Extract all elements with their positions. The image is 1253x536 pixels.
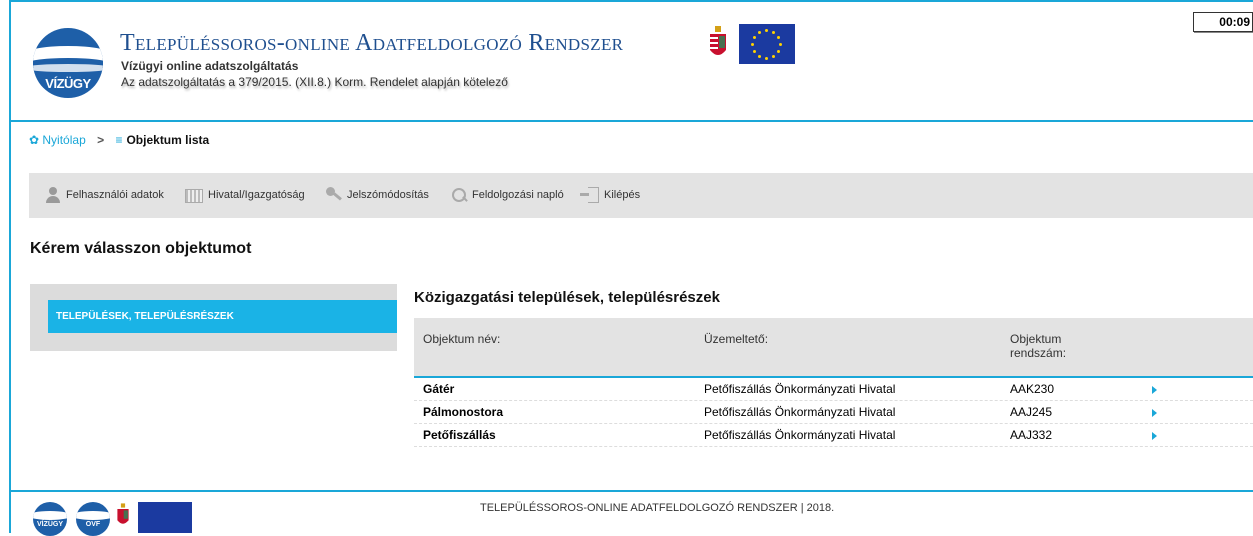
section-title: Közigazgatási települések, településrész… [414,289,720,306]
sidebar-item-settlements[interactable]: TELEPÜLÉSEK, TELEPÜLÉSRÉSZEK [48,300,397,333]
select-arrow-icon[interactable] [1152,432,1157,440]
footer-text: TELEPÜLÉSSOROS-ONLINE ADATFELDOLGOZÓ REN… [480,502,835,514]
row-name: Petőfiszállás [423,428,496,442]
vizugy-logo: VÍZÜGY [33,28,103,98]
menu-logout[interactable]: Kilépés [580,187,640,203]
row-name: Pálmonostora [423,405,504,419]
key-icon [326,187,342,203]
row-code: AAK230 [1010,382,1055,396]
select-arrow-icon[interactable] [1152,386,1157,394]
header-divider [11,120,1253,122]
row-code: AAJ245 [1010,405,1053,419]
eu-flag-icon [739,24,795,64]
breadcrumb-current: ≡ Objektum lista [115,133,210,147]
footer-divider [11,490,1253,492]
sidebar: TELEPÜLÉSEK, TELEPÜLÉSRÉSZEK [30,284,397,351]
building-icon [185,189,203,203]
hungarian-coat-of-arms-icon [710,26,726,55]
row-operator: Petőfiszállás Önkormányzati Hivatal [704,405,896,419]
breadcrumb-separator: > [97,133,105,147]
row-name: Gátér [423,382,455,396]
row-operator: Petőfiszállás Önkormányzati Hivatal [704,382,896,396]
row-code: AAJ332 [1010,428,1053,442]
page-heading: Kérem válasszon objektumot [30,240,252,257]
app-title: Településsoros-online Adatfeldolgozó Ren… [120,30,624,56]
header-name: Objektum név: [423,332,501,346]
breadcrumb-home-link[interactable]: ✿ Nyitólap [29,133,86,147]
menu-office[interactable]: Hivatal/Igazgatóság [185,187,305,203]
menu-password-change[interactable]: Jelszómódosítás [326,187,429,203]
app-subtitle: Vízügyi online adatszolgáltatás [121,59,299,73]
table-row[interactable]: Petőfiszállás Petőfiszállás Önkormányzat… [414,424,1253,447]
breadcrumb: ✿ Nyitólap > ≡ Objektum lista [29,133,209,147]
footer-eu-flag-icon [138,502,192,533]
table-row[interactable]: Pálmonostora Petőfiszállás Önkormányzati… [414,401,1253,424]
object-table: Objektum név: Üzemeltető: Objektum rendsz… [414,318,1253,447]
logo-text: VÍZÜGY [45,76,91,91]
user-icon [45,187,61,203]
menu-processing-log[interactable]: Feldolgozási napló [451,187,564,203]
footer-coat-of-arms-icon [117,503,129,524]
menu-user-data[interactable]: Felhasználói adatok [45,187,164,203]
legal-notice: Az adatszolgáltatás a 379/2015. (XII.8.)… [121,75,508,89]
user-menu-bar: Felhasználói adatok Hivatal/Igazgatóság … [29,173,1253,218]
table-row[interactable]: Gátér Petőfiszállás Önkormányzati Hivata… [414,378,1253,401]
table-header: Objektum név: Üzemeltető: Objektum rendsz… [414,318,1253,378]
footer-ovf-logo: OVF [76,502,110,536]
exit-icon [580,187,599,203]
header-code: Objektum rendszám: [1010,332,1067,360]
session-timer: 00:09 [1193,12,1253,32]
row-operator: Petőfiszállás Önkormányzati Hivatal [704,428,896,442]
select-arrow-icon[interactable] [1152,409,1157,417]
list-icon: ≡ [115,133,123,147]
footer-vizugy-logo: VÍZÜGY [33,502,67,536]
search-icon [451,187,467,203]
header-operator: Üzemeltető: [704,332,769,346]
